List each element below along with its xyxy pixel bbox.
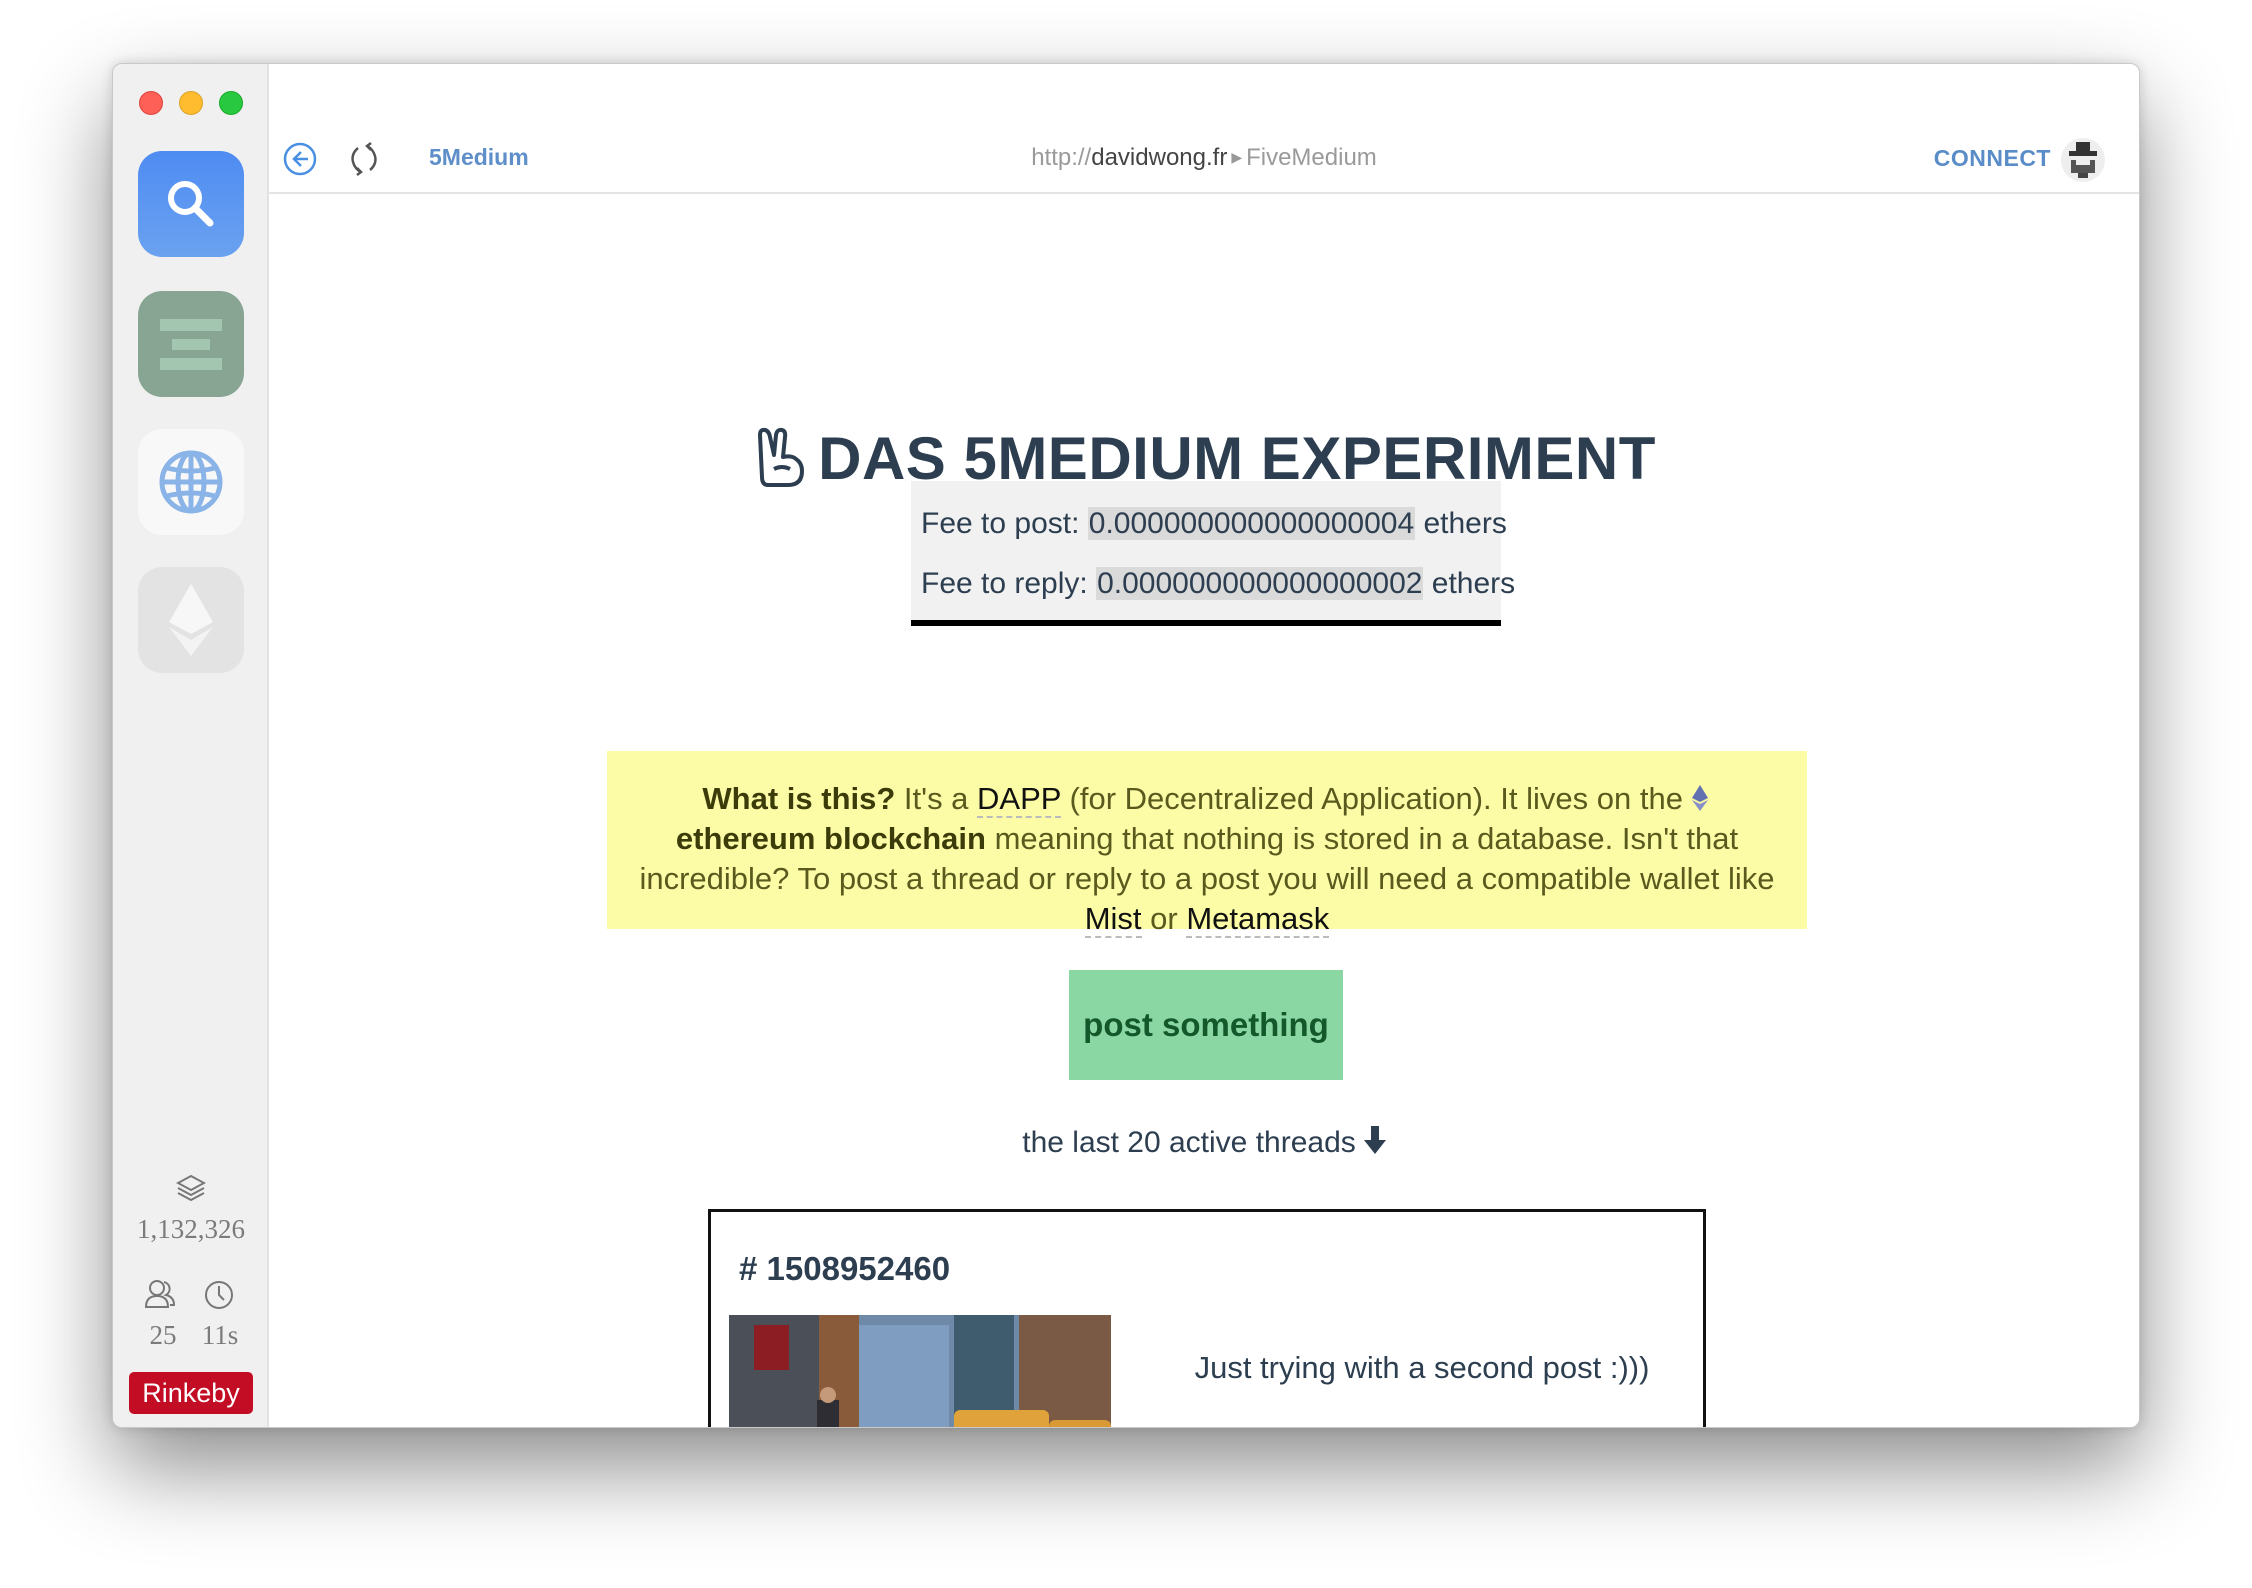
- hash-icon: #: [739, 1250, 758, 1287]
- thread-image[interactable]: [729, 1315, 1111, 1427]
- url-protocol: http://: [1031, 144, 1092, 171]
- network-badge[interactable]: Rinkeby: [129, 1372, 253, 1414]
- search-icon: [168, 181, 214, 227]
- mist-link[interactable]: Mist: [1084, 901, 1142, 938]
- post-fee-value: 0.000000000000000004: [1087, 507, 1416, 540]
- clock-icon: [205, 1281, 233, 1309]
- close-window-button[interactable]: [139, 91, 163, 115]
- breadcrumb-separator-icon: ▶: [1231, 149, 1243, 165]
- sidebar: 1,132,326 25 11s Rinkeby: [113, 64, 269, 1427]
- wallet-icon: [160, 319, 222, 370]
- city-scene-image: [729, 1315, 1111, 1427]
- connect-button[interactable]: CONNECT: [1934, 145, 2051, 172]
- zoom-window-button[interactable]: [219, 91, 243, 115]
- thread-card[interactable]: # 1508952460 Just trying with a second p…: [708, 1209, 1706, 1427]
- thread-body: Just trying with a second post :))) hehe: [1141, 1350, 1703, 1427]
- metamask-link[interactable]: Metamask: [1186, 901, 1330, 938]
- victory-hand-icon: [758, 427, 805, 487]
- spy-avatar-icon: [2069, 142, 2097, 178]
- browser-toolbar: 5Medium http://davidwong.fr ▶ FiveMedium C…: [269, 64, 2139, 194]
- browser-content: 5Medium http://davidwong.fr ▶ FiveMedium C…: [269, 64, 2139, 1427]
- arrow-down-icon: [1363, 1126, 1386, 1154]
- sidebar-app-wallet[interactable]: [138, 291, 244, 397]
- reply-fee: Fee to reply: 0.000000000000000002 ether…: [921, 567, 1516, 600]
- address-bar[interactable]: http://davidwong.fr ▶ FiveMedium: [269, 144, 2139, 172]
- post-something-button[interactable]: post something: [1069, 970, 1343, 1080]
- reply-fee-value: 0.000000000000000002: [1096, 567, 1424, 600]
- thread-id[interactable]: # 1508952460: [739, 1250, 950, 1288]
- info-banner: What is this? It's a DAPP (for Decentral…: [607, 751, 1807, 938]
- last-block-time: 11s: [201, 1320, 239, 1350]
- fee-panel: Fee to post: 0.000000000000000004 ethers…: [911, 481, 1516, 626]
- post-fee: Fee to post: 0.000000000000000004 ethers: [921, 507, 1507, 540]
- block-number: 1,132,326: [137, 1214, 245, 1244]
- account-avatar[interactable]: [2061, 138, 2105, 182]
- globe-icon: [159, 450, 223, 514]
- sidebar-app-search[interactable]: [138, 151, 244, 257]
- threads-heading: the last 20 active threads: [269, 1126, 2139, 1160]
- minimize-window-button[interactable]: [179, 91, 203, 115]
- dapp-page: DAS 5MEDIUM EXPERIMENT Fee to post: 0.00…: [269, 196, 2139, 1427]
- sidebar-app-ethereum[interactable]: [138, 567, 244, 673]
- ethereum-icon: [169, 584, 213, 656]
- browser-window: 1,132,326 25 11s Rinkeby 5Medium http://…: [112, 63, 2140, 1428]
- blocks-stack-icon: [176, 1174, 206, 1202]
- url-path: FiveMedium: [1246, 144, 1377, 171]
- sidebar-app-browse[interactable]: [138, 429, 244, 535]
- thread-line: Just trying with a second post :))): [1194, 1350, 1650, 1385]
- url-domain: davidwong.fr: [1091, 144, 1228, 171]
- ethereum-icon: [1691, 785, 1708, 811]
- peers-icon: [144, 1280, 176, 1308]
- dapp-link[interactable]: DAPP: [977, 781, 1061, 818]
